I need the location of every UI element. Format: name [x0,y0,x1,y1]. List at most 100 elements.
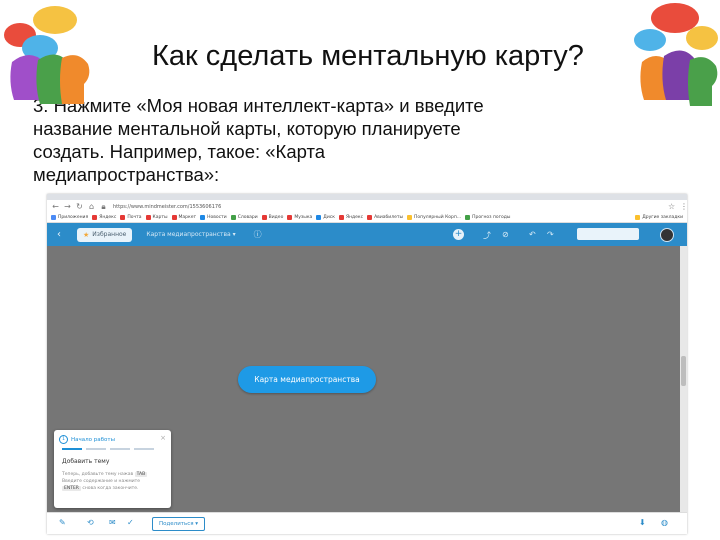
other-bookmarks-label: Другие закладки [642,215,683,220]
star-icon: ★ [83,230,90,239]
bookmark-label: Приложения [58,215,89,220]
panel-heading: Начало работы [71,436,115,443]
info-icon[interactable]: ⓘ [254,229,262,240]
avatar[interactable] [660,228,674,242]
bookmark-label: Новости [207,215,227,220]
redo-icon[interactable]: ↷ [547,230,554,239]
bookmark-label: Прогноз погоды [472,215,511,220]
bookmark-item[interactable]: Приложения [51,215,88,220]
favorites-button[interactable]: ★ Избранное [77,227,133,242]
panel-line-1-text: Теперь, добавьте тему нажав [62,472,134,477]
forward-arrow-icon[interactable]: → [64,202,71,211]
address-bar-row: ← → ↻ ⌂ 🔒︎ https://www.mindmeister.com/1… [47,200,687,213]
bookmark-item[interactable]: Новости [200,215,227,220]
share-button[interactable]: Поделиться ▾ [152,517,206,531]
bookmark-favicon-icon [171,215,177,220]
map-title: Карта медиапространства [146,231,231,238]
bookmark-item[interactable]: Видео [261,215,284,220]
menu-icon[interactable]: ⋮ [680,202,687,211]
root-topic-node[interactable]: Карта медиапространства [238,366,376,393]
panel-line-2: Введите содержание и нажмите [62,479,141,484]
slide-body-text: 3. Нажмите «Моя новая интеллект-карта» и… [33,95,484,185]
other-bookmarks[interactable]: Другие закладки [635,215,683,220]
bookmark-item[interactable]: Почта [120,215,142,220]
browser-screenshot: ← → ↻ ⌂ 🔒︎ https://www.mindmeister.com/1… [47,194,687,534]
bookmark-item[interactable]: Авиабилеты [367,215,403,220]
progress-segment [110,448,130,450]
bookmark-favicon-icon [51,215,56,220]
bookmark-label: Почта [127,215,142,220]
key-badge-enter: ENTER [62,486,81,491]
bookmark-favicon-icon [287,215,293,220]
history-icon[interactable]: ⟲ [87,518,94,527]
bookmark-label: Карты [152,215,168,220]
slide-title: Как сделать ментальную карту? [152,40,584,72]
bookmark-favicon-icon [338,215,344,220]
bookmark-item[interactable]: Маркет [171,215,197,220]
bookmark-favicon-icon [230,215,236,220]
search-input[interactable] [577,228,639,240]
checkmark-icon[interactable]: ✓ [127,518,134,527]
bookmark-label: Яндекс [99,215,117,220]
speech-heads-icon-right [634,3,718,106]
lock-icon: 🔒︎ [101,201,106,211]
key-badge-tab: TAB [134,472,148,477]
bookmark-item[interactable]: Музыка [287,215,312,220]
bookmark-item[interactable]: Прогноз погоды [465,215,510,220]
folder-icon [635,215,641,220]
bulb-icon[interactable]: ✎ [59,518,66,527]
progress-segment [86,448,106,450]
panel-title: Добавить тему [62,458,110,465]
add-topic-button[interactable]: + [453,229,464,240]
bookmarks-bar: Приложения Яндекс Почта Карты Маркет Новости С… [47,213,687,223]
download-icon[interactable]: ⬇ [639,518,646,527]
step-number-badge: 1 [59,435,68,444]
bookmark-item[interactable]: Карты [145,215,168,220]
bookmark-item[interactable]: Словари [230,215,258,220]
scrollbar[interactable] [680,246,687,512]
undo-icon[interactable]: ↶ [529,230,536,239]
globe-icon[interactable]: ◍ [661,518,668,527]
bookmark-favicon-icon [465,215,471,220]
bottom-toolbar: ✎ ⟲ ✉ ✓ Поделиться ▾ ⬇ ◍ [47,512,687,534]
mindmeister-toolbar: ‹ ★ Избранное Карта медиапространства ▾ … [47,223,687,246]
speech-heads-icon-left [4,6,90,104]
bookmark-item[interactable]: Диск [316,215,335,220]
bookmark-label: Музыка [294,215,313,220]
bookmark-favicon-icon [120,215,126,220]
bookmark-label: Маркет [178,215,197,220]
home-icon[interactable]: ⌂ [88,202,95,211]
share-link-icon[interactable]: ⤴ [483,230,491,241]
address-bar-url[interactable]: https://www.mindmeister.com/1553606176 [113,204,663,210]
bookmark-favicon-icon [316,215,322,220]
bookmark-label: Словари [237,215,258,220]
bookmark-favicon-icon [200,215,206,220]
bookmark-label: Яндекс [345,215,364,220]
scrollbar-thumb[interactable] [681,356,686,386]
panel-header: 1 Начало работы [59,435,115,444]
step-progress [62,448,158,450]
back-arrow-icon[interactable]: ← [52,202,59,211]
bookmark-label: Популярный Корп... [414,215,462,220]
bookmark-label: Видео [268,215,284,220]
bookmark-star-icon[interactable]: ☆ [668,202,675,211]
map-title-dropdown[interactable]: Карта медиапространства ▾ [146,231,235,238]
check-circle-icon[interactable]: ⊘ [502,230,509,239]
share-label: Поделиться [159,521,194,527]
bookmark-item[interactable]: Популярный Корп... [407,215,461,220]
progress-segment [62,448,82,450]
bookmark-label: Авиабилеты [374,215,404,220]
bookmark-favicon-icon [261,215,267,220]
panel-line-3: ENTER снова когда закончите. [62,486,139,491]
bookmark-item[interactable]: Яндекс [92,215,116,220]
favorites-label: Избранное [92,231,127,238]
panel-line-3-text: снова когда закончите. [82,486,139,491]
bookmark-favicon-icon [367,215,373,220]
reload-icon[interactable]: ↻ [76,202,83,211]
comment-icon[interactable]: ✉ [109,518,116,527]
bookmark-label: Диск [323,215,335,220]
back-chevron-icon[interactable]: ‹ [57,229,61,240]
bookmark-favicon-icon [92,215,98,220]
bookmark-item[interactable]: Яндекс [338,215,364,220]
close-icon[interactable]: × [160,434,166,442]
